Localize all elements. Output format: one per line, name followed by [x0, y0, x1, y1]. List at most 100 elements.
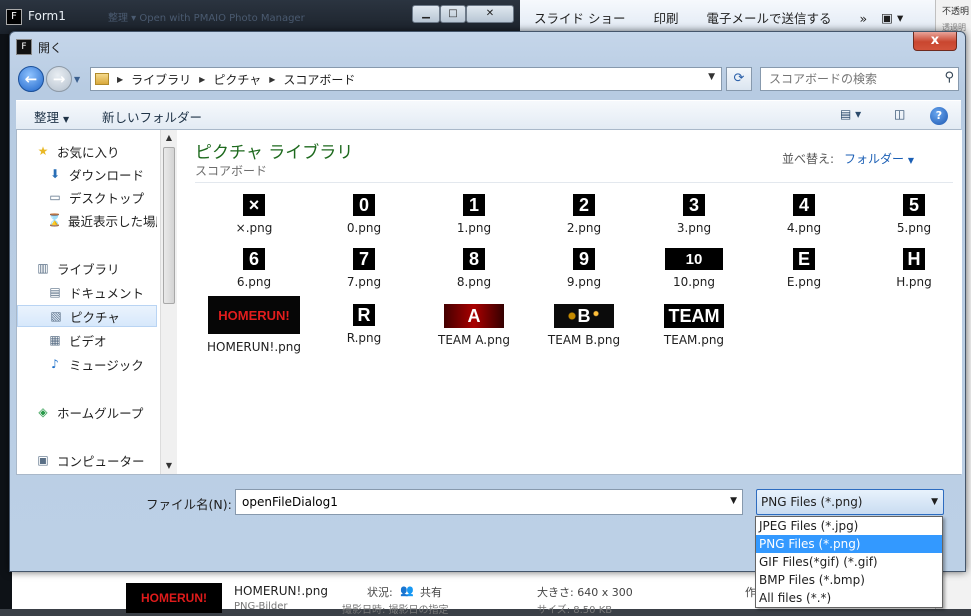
file-list-pane: ピクチャ ライブラリ スコアボード 並べ替え: フォルダー ▼ × ×.png 0 0.…	[177, 130, 962, 474]
details-status-label: 状況:	[367, 586, 393, 599]
help-icon[interactable]: ?	[930, 107, 948, 125]
chevron-down-icon[interactable]: ▼	[908, 156, 914, 165]
forward-button[interactable]: →	[46, 66, 72, 92]
file-item[interactable]: 2 2.png	[529, 194, 639, 250]
dialog-titlebar: F 開く	[16, 38, 62, 56]
desktop-icon: ▭	[49, 190, 61, 204]
organize-button[interactable]: 整理 ▼	[34, 107, 69, 126]
chevron-down-icon: ▼	[63, 115, 70, 124]
view-icon[interactable]: ▣ ▾	[881, 10, 903, 25]
file-item[interactable]: 5 5.png	[859, 194, 969, 250]
file-item[interactable]: HOMERUN! HOMERUN!.png	[199, 296, 309, 354]
recent-pages-dropdown-icon[interactable]: ▼	[74, 75, 80, 84]
file-item[interactable]: 0 0.png	[309, 194, 419, 250]
details-size-label: 大きさ: 640 x 300	[537, 586, 633, 599]
breadcrumb-library[interactable]: ライブラリ	[131, 71, 191, 88]
refresh-button[interactable]: ⟳	[726, 67, 752, 91]
navigation-scrollbar[interactable]: ▲ ▼	[160, 130, 177, 474]
file-type-select[interactable]: PNG Files (*.png) ▼	[756, 489, 944, 515]
file-item[interactable]: TEAM TEAM.png	[639, 304, 749, 360]
file-name: TEAM.png	[663, 333, 725, 347]
scrollbar-thumb[interactable]	[163, 147, 175, 304]
maximize-button[interactable]: □	[440, 5, 466, 23]
nav-item[interactable]: ▭ デスクトップ	[17, 186, 157, 208]
file-thumbnail: 9	[573, 248, 595, 270]
file-item[interactable]: × ×.png	[199, 194, 309, 250]
address-dropdown-icon[interactable]: ▼	[708, 72, 715, 82]
file-type-option[interactable]: BMP Files (*.bmp)	[756, 571, 942, 589]
file-item[interactable]: H H.png	[859, 248, 969, 304]
file-name: 2.png	[566, 221, 602, 235]
nav-item-label: ドキュメント	[69, 285, 145, 301]
new-folder-button[interactable]: 新しいフォルダー	[102, 107, 202, 126]
file-type-option[interactable]: JPEG Files (*.jpg)	[756, 517, 942, 535]
file-item[interactable]: 4 4.png	[749, 194, 859, 250]
form1-app-icon: F	[6, 9, 22, 25]
nav-item[interactable]: ♪ ミュージック	[17, 353, 157, 375]
filename-combobox[interactable]: ▼	[235, 489, 743, 515]
nav-item[interactable]: ▤ ドキュメント	[17, 281, 157, 303]
photo-menu-item[interactable]: »	[860, 11, 868, 26]
file-name: TEAM B.png	[547, 333, 621, 347]
file-item[interactable]: B TEAM B.png	[529, 304, 639, 360]
chevron-right-icon[interactable]: ▶	[117, 75, 123, 84]
chevron-down-icon[interactable]: ▼	[730, 496, 737, 506]
file-item[interactable]: 3 3.png	[639, 194, 749, 250]
file-thumbnail: 8	[463, 248, 485, 270]
nav-item[interactable]: ★ お気に入り	[17, 140, 157, 162]
file-item[interactable]: A TEAM A.png	[419, 304, 529, 360]
photo-menu-item[interactable]: 印刷	[653, 11, 678, 26]
file-item[interactable]: 8 8.png	[419, 248, 529, 304]
dialog-close-button[interactable]: x	[913, 32, 957, 51]
search-icon[interactable]: ⚲	[944, 70, 954, 85]
form1-titlebar: F Form1 整理 ▾ Open with PMAIO Photo Manag…	[0, 0, 520, 34]
minimize-button[interactable]: ▁	[412, 5, 440, 23]
file-item[interactable]: 9 9.png	[529, 248, 639, 304]
pictures-icon: ▧	[50, 309, 62, 323]
file-thumbnail: E	[793, 248, 815, 270]
file-item[interactable]: 7 7.png	[309, 248, 419, 304]
details-filename: HOMERUN!.png	[234, 584, 328, 598]
breadcrumb-pictures[interactable]: ピクチャ	[213, 71, 261, 88]
back-button[interactable]: ←	[18, 66, 44, 92]
sort-by-value[interactable]: フォルダー	[844, 152, 904, 166]
nav-item[interactable]: ⬇ ダウンロード	[17, 163, 157, 185]
open-file-dialog: F 開く x ← → ▼ ▶ ライブラリ ▶ ピクチャ ▶ スコアボード ▼ ⟳…	[9, 31, 966, 572]
address-bar[interactable]: ▶ ライブラリ ▶ ピクチャ ▶ スコアボード ▼	[90, 67, 722, 91]
scroll-up-icon[interactable]: ▲	[161, 130, 177, 146]
form1-close-button[interactable]: ✕	[466, 5, 514, 23]
change-view-icon[interactable]: ▤ ▾	[840, 107, 861, 125]
file-thumbnail: 4	[793, 194, 815, 216]
breadcrumb-scoreboard[interactable]: スコアボード	[283, 71, 355, 88]
photo-menu-item[interactable]: 電子メールで送信する	[707, 11, 832, 26]
search-box[interactable]: ⚲	[760, 67, 959, 91]
sort-by[interactable]: 並べ替え: フォルダー ▼	[782, 150, 914, 167]
file-type-option[interactable]: All files (*.*)	[756, 589, 942, 607]
filename-input[interactable]	[240, 491, 720, 513]
details-status-value: 共有	[420, 586, 442, 599]
file-item[interactable]: E E.png	[749, 248, 859, 304]
nav-item[interactable]: ▣ コンピューター	[17, 449, 157, 471]
chevron-down-icon[interactable]: ▼	[931, 490, 938, 514]
scroll-down-icon[interactable]: ▼	[161, 458, 177, 474]
library-subtitle: スコアボード	[195, 164, 268, 178]
photo-menu-item[interactable]: スライド ショー	[534, 11, 625, 26]
nav-item[interactable]: ▦ ビデオ	[17, 329, 157, 351]
file-item[interactable]: R R.png	[309, 304, 419, 360]
file-name: 6.png	[236, 275, 272, 289]
preview-pane-icon[interactable]: ◫	[894, 107, 905, 125]
file-item[interactable]: 10 10.png	[639, 248, 749, 304]
nav-item[interactable]: ▥ ライブラリ	[17, 257, 157, 279]
nav-item[interactable]: ⌛ 最近表示した場所	[17, 209, 157, 231]
file-thumbnail: 10	[665, 248, 723, 270]
file-type-option[interactable]: GIF Files(*gif) (*.gif)	[756, 553, 942, 571]
file-item[interactable]: 1 1.png	[419, 194, 529, 250]
chevron-right-icon[interactable]: ▶	[269, 75, 275, 84]
nav-item[interactable]: ◈ ホームグループ	[17, 401, 157, 423]
file-type-option[interactable]: PNG Files (*.png)	[756, 535, 942, 553]
music-icon: ♪	[51, 357, 59, 371]
chevron-right-icon[interactable]: ▶	[199, 75, 205, 84]
file-thumbnail: 6	[243, 248, 265, 270]
nav-item[interactable]: ▧ ピクチャ	[17, 305, 157, 327]
search-input[interactable]	[767, 69, 937, 89]
